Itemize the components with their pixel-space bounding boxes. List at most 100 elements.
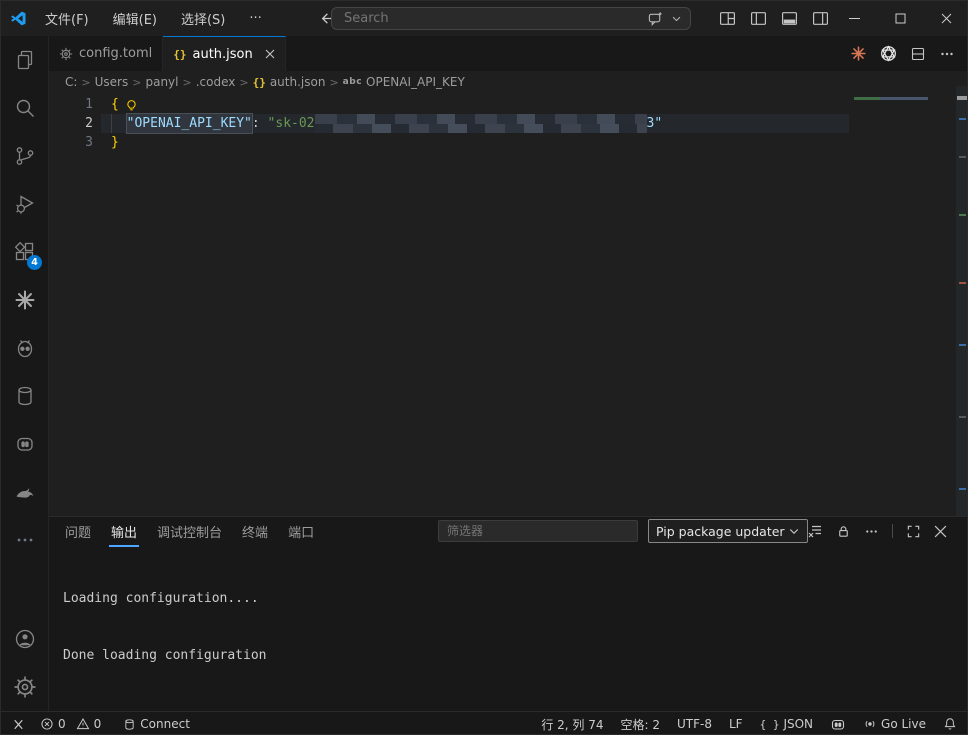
titlebar: 文件(F) 编辑(E) 选择(S) ··· [1,1,967,36]
output-channel-select[interactable]: Pip package updater [648,519,808,543]
divider [892,524,893,538]
tab-debug-console[interactable]: 调试控制台 [155,518,224,545]
chevron-down-icon[interactable] [671,13,682,24]
symbol-string-icon: abc [342,77,363,87]
tab-label: config.toml [79,46,153,61]
open-brace-token: { [111,97,119,112]
redacted-api-key-blur [314,114,647,133]
remote-indicator-icon[interactable] [11,717,26,732]
lock-scroll-icon[interactable] [836,524,851,539]
gear-file-icon [59,47,73,61]
bottom-panel: 问题 输出 调试控制台 终端 端口 Pip package updater [49,516,967,711]
split-editor-icon[interactable] [910,46,926,62]
extensions-badge: 4 [27,255,42,270]
toggle-panel-icon[interactable] [781,10,798,27]
eol-status[interactable]: LF [729,717,743,731]
command-center-search[interactable] [331,7,691,30]
menubar: 文件(F) 编辑(E) 选择(S) ··· [35,5,272,32]
minimize-button[interactable] [831,1,877,36]
go-live-status[interactable]: Go Live [863,717,926,731]
breadcrumb-item-users[interactable]: Users [95,75,129,89]
kangaroo-extension-icon[interactable] [1,468,48,516]
close-brace-token: } [111,135,119,150]
status-bar: 0 0 Connect 行 2, 列 74 空格: 2 UTF-8 LF { }… [1,711,967,734]
language-label: JSON [783,717,814,731]
menu-more[interactable]: ··· [239,7,271,30]
explorer-icon[interactable] [1,36,48,84]
api-key-value-start-token: "sk-02 [267,116,315,131]
settings-gear-icon[interactable] [1,663,48,711]
language-mode-status[interactable]: { } JSON [760,717,813,731]
more-panel-actions-icon[interactable] [864,524,879,539]
account-icon[interactable] [1,615,48,663]
output-line: Done loading configuration [63,648,267,663]
maximize-panel-icon[interactable] [906,524,921,539]
json-file-icon: {} [252,75,266,89]
extensions-icon[interactable]: 4 [1,228,48,276]
alien-extension-icon[interactable] [1,324,48,372]
more-actions-icon[interactable] [939,46,955,62]
colon-token: : [251,116,268,131]
robot-status-icon[interactable] [830,716,846,732]
activity-bar: 4 [1,36,49,711]
output-log[interactable]: Loading configuration.... Done loading c… [49,545,967,703]
menu-file[interactable]: 文件(F) [35,5,99,32]
source-control-icon[interactable] [1,132,48,180]
more-extensions-icon[interactable] [1,516,48,564]
panel-actions [807,517,947,545]
claude-action-icon[interactable] [850,45,867,62]
tab-ports[interactable]: 端口 [286,518,316,545]
search-input[interactable] [344,11,648,26]
code-editor[interactable]: 1 { 2 "OPENAI_API_KEY" : "sk-02 3" 3} [49,93,967,516]
vscode-window: 文件(F) 编辑(E) 选择(S) ··· Search 4 config.to… [0,0,968,735]
chevron-down-icon [788,525,800,537]
panel-tabs: 问题 输出 调试控制台 终端 端口 [63,518,316,547]
copilot-chat-icon[interactable] [648,11,663,26]
encoding-status[interactable]: UTF-8 [677,717,712,731]
toggle-primary-sidebar-icon[interactable] [750,10,767,27]
search-icon[interactable] [1,84,48,132]
breadcrumb-item-drive[interactable]: C: [65,75,77,89]
breadcrumb-item-authjson[interactable]: auth.json [270,75,326,89]
robot-extension-icon[interactable] [1,420,48,468]
claude-extension-icon[interactable] [1,276,48,324]
close-panel-icon[interactable] [934,525,947,538]
chevron-right-icon: > [81,75,91,89]
chevron-right-icon: > [239,75,249,89]
indent-guide [111,114,112,133]
api-key-value-end-token: 3" [646,116,663,131]
output-filter[interactable] [438,520,638,542]
tab-output[interactable]: 输出 [109,518,140,547]
database-icon [123,718,136,731]
layout-controls [719,1,829,36]
go-live-label: Go Live [881,717,926,731]
close-window-button[interactable] [923,1,967,36]
indentation-status[interactable]: 空格: 2 [621,716,661,733]
database-extension-icon[interactable] [1,372,48,420]
cursor-position-status[interactable]: 行 2, 列 74 [541,716,603,733]
openai-action-icon[interactable] [880,45,897,62]
maximize-button[interactable] [877,1,923,36]
run-debug-icon[interactable] [1,180,48,228]
tab-problems[interactable]: 问题 [63,518,93,545]
filter-input[interactable] [447,524,629,538]
minimap[interactable] [854,97,928,100]
notifications-bell-icon[interactable] [943,717,957,731]
chevron-right-icon: > [329,75,339,89]
customize-layout-icon[interactable] [719,10,736,27]
toggle-secondary-sidebar-icon[interactable] [812,10,829,27]
menu-selection[interactable]: 选择(S) [171,5,235,32]
code-line-2: 2 "OPENAI_API_KEY" : "sk-02 3" [49,113,967,134]
menu-edit[interactable]: 编辑(E) [103,5,167,32]
problems-status[interactable]: 0 0 [40,717,101,731]
editor-scrollbar-thumb[interactable] [957,96,967,100]
editor-actions [850,36,967,71]
close-tab-icon[interactable] [265,49,275,59]
warning-count: 0 [93,717,102,731]
breadcrumb-item-symbol[interactable]: OPENAI_API_KEY [366,75,465,89]
json-key-token: "OPENAI_API_KEY" [125,113,253,134]
tab-terminal[interactable]: 终端 [240,518,270,545]
connect-label: Connect [140,717,190,731]
connect-status[interactable]: Connect [123,717,190,731]
clear-output-icon[interactable] [807,523,823,539]
